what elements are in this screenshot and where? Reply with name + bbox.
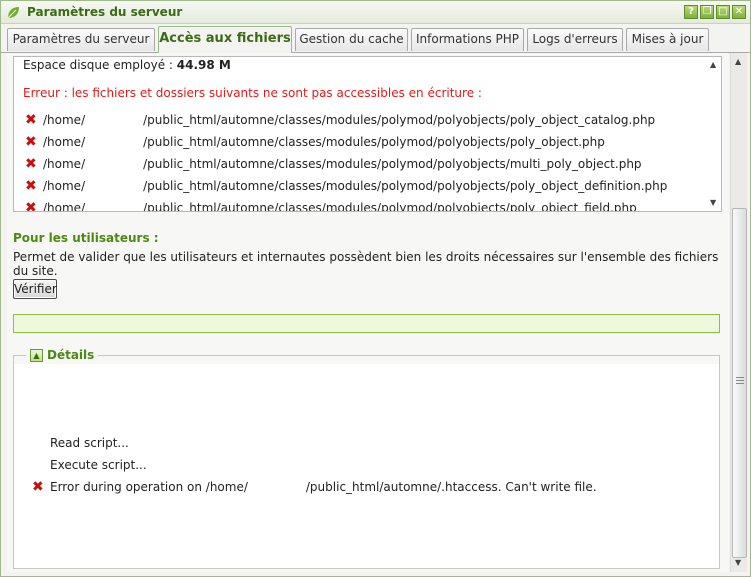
verify-button[interactable]: Vérifier xyxy=(13,279,57,299)
leaf-logo-icon xyxy=(7,7,19,19)
tab-3[interactable]: Gestion du cache xyxy=(295,28,408,51)
details-legend-label: Détails xyxy=(47,348,95,362)
collapse-toggle-icon[interactable]: ▲ xyxy=(30,348,43,362)
file-path-suffix: /public_html/automne/classes/modules/pol… xyxy=(143,135,605,149)
window-title: Paramètres du serveur xyxy=(27,5,183,19)
window-tools: ? ❐ □ ✕ xyxy=(684,5,746,19)
panel-scroll-down-icon[interactable]: ▼ xyxy=(735,558,741,567)
file-path-prefix: /home/ xyxy=(43,113,86,127)
file-path-suffix: /public_html/automne/classes/modules/pol… xyxy=(143,201,637,212)
tab-2[interactable]: Accès aux fichiers xyxy=(158,26,292,53)
log-error-prefix: Error during operation on /home/ xyxy=(50,480,248,494)
scroll-up-icon[interactable]: ▲ xyxy=(710,60,716,69)
error-icon: ✖ xyxy=(25,178,37,194)
file-path-suffix: /public_html/automne/classes/modules/pol… xyxy=(143,179,668,193)
file-access-panel: Espace disque employé : 44.98 M Erreur :… xyxy=(7,53,729,572)
file-row: ✖ /home/ /public_html/automne/classes/modu… xyxy=(25,177,667,195)
scroll-down-icon[interactable]: ▼ xyxy=(710,198,716,207)
log-line-read: Read script... xyxy=(50,436,129,450)
details-legend[interactable]: ▲ Détails xyxy=(26,347,99,363)
errors-scrollbar[interactable]: ▲ ▼ xyxy=(706,57,721,211)
users-section-description: Permet de valider que les utilisateurs e… xyxy=(13,250,719,278)
error-icon: ✖ xyxy=(25,134,37,150)
server-settings-window: Paramètres du serveur ? ❐ □ ✕ Paramètres du… xyxy=(0,0,751,577)
file-path-prefix: /home/ xyxy=(43,157,86,171)
tab-1[interactable]: Paramètres du serveur xyxy=(7,28,155,51)
log-error-line: ✖ Error during operation on /home/ /publ… xyxy=(32,479,597,495)
error-icon: ✖ xyxy=(25,200,37,212)
title-bar[interactable]: Paramètres du serveur ? ❐ □ ✕ xyxy=(1,1,750,24)
file-path-prefix: /home/ xyxy=(43,179,86,193)
error-icon: ✖ xyxy=(25,156,37,172)
error-message: Erreur : les fichiers et dossiers suivan… xyxy=(23,86,482,100)
panel-scroll-thumb[interactable] xyxy=(732,208,747,558)
panel-scrollbar[interactable]: ▲ ▼ xyxy=(730,53,747,572)
disk-usage-value: 44.98 M xyxy=(176,58,231,72)
file-path-prefix: /home/ xyxy=(43,201,86,212)
close-icon[interactable]: ✕ xyxy=(732,5,746,19)
file-row: ✖ /home/ /public_html/automne/classes/modu… xyxy=(25,111,655,129)
log-error-suffix: /public_html/automne/.htaccess. Can't wr… xyxy=(305,480,597,494)
file-path-suffix: /public_html/automne/classes/modules/pol… xyxy=(143,113,656,127)
file-row: ✖ /home/ /public_html/automne/classes/modu… xyxy=(25,199,637,212)
log-line-execute: Execute script... xyxy=(50,458,147,472)
file-row: ✖ /home/ /public_html/automne/classes/modu… xyxy=(25,133,605,151)
error-icon: ✖ xyxy=(32,479,44,495)
help-icon[interactable]: ? xyxy=(684,5,698,19)
tab-5[interactable]: Logs d'erreurs xyxy=(527,28,623,51)
file-path-prefix: /home/ xyxy=(43,135,86,149)
file-path-suffix: /public_html/automne/classes/modules/pol… xyxy=(143,157,642,171)
file-row: ✖ /home/ /public_html/automne/classes/modu… xyxy=(25,155,642,173)
maximize-icon[interactable]: □ xyxy=(716,5,730,19)
users-section-title: Pour les utilisateurs : xyxy=(13,231,159,245)
restore-icon[interactable]: ❐ xyxy=(700,5,714,19)
disk-usage: Espace disque employé : 44.98 M xyxy=(23,58,231,72)
writable-errors-box[interactable]: Espace disque employé : 44.98 M Erreur :… xyxy=(13,56,722,212)
tab-strip: Paramètres du serveur Accès aux fichiers G… xyxy=(1,24,750,53)
details-fieldset: ▲ Détails Read script... Execute script.… xyxy=(13,347,720,569)
verification-progress-bar xyxy=(13,314,720,333)
error-icon: ✖ xyxy=(25,112,37,128)
tab-6[interactable]: Mises à jour xyxy=(626,28,709,51)
tab-4[interactable]: Informations PHP xyxy=(411,28,524,51)
disk-usage-label: Espace disque employé : xyxy=(23,58,173,72)
panel-scroll-up-icon[interactable]: ▲ xyxy=(735,57,741,66)
